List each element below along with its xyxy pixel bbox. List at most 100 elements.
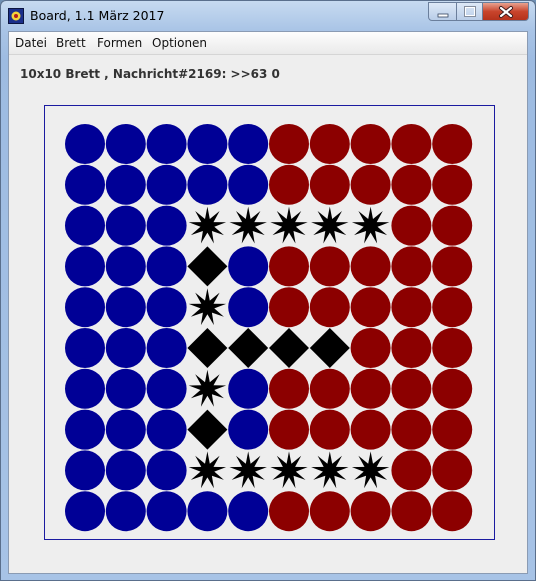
red-circle-piece[interactable] (350, 164, 391, 205)
black-star-piece[interactable] (311, 206, 349, 244)
red-circle-piece[interactable] (391, 328, 432, 368)
red-circle-piece[interactable] (269, 409, 309, 450)
red-circle-piece[interactable] (432, 368, 473, 409)
blue-circle-piece[interactable] (228, 409, 269, 450)
red-circle-piece[interactable] (350, 368, 391, 409)
blue-circle-piece[interactable] (228, 368, 269, 409)
menu-formen[interactable]: Formen (97, 36, 142, 50)
blue-circle-piece[interactable] (105, 246, 146, 287)
black-star-piece[interactable] (188, 206, 227, 244)
red-circle-piece[interactable] (269, 287, 309, 328)
black-diamond-piece[interactable] (187, 328, 228, 368)
blue-circle-piece[interactable] (105, 491, 146, 532)
blue-circle-piece[interactable] (105, 205, 146, 246)
red-circle-piece[interactable] (432, 205, 473, 246)
black-star-piece[interactable] (351, 451, 390, 489)
red-circle-piece[interactable] (432, 124, 473, 164)
red-circle-piece[interactable] (350, 246, 391, 287)
blue-circle-piece[interactable] (228, 491, 269, 532)
red-circle-piece[interactable] (432, 246, 473, 287)
red-circle-piece[interactable] (432, 287, 473, 328)
blue-circle-piece[interactable] (146, 328, 187, 368)
red-circle-piece[interactable] (309, 124, 350, 164)
blue-circle-piece[interactable] (146, 205, 187, 246)
red-circle-piece[interactable] (309, 287, 350, 328)
blue-circle-piece[interactable] (146, 164, 187, 205)
red-circle-piece[interactable] (391, 246, 432, 287)
red-circle-piece[interactable] (432, 328, 473, 368)
menu-brett[interactable]: Brett (56, 36, 86, 50)
red-circle-piece[interactable] (391, 491, 432, 532)
red-circle-piece[interactable] (309, 491, 350, 532)
black-star-piece[interactable] (311, 451, 349, 489)
game-board[interactable] (44, 105, 495, 540)
blue-circle-piece[interactable] (105, 368, 146, 409)
blue-circle-piece[interactable] (65, 450, 105, 491)
black-star-piece[interactable] (229, 451, 267, 489)
black-diamond-piece[interactable] (187, 409, 228, 450)
blue-circle-piece[interactable] (105, 164, 146, 205)
red-circle-piece[interactable] (350, 328, 391, 368)
minimize-button[interactable] (428, 2, 457, 21)
blue-circle-piece[interactable] (146, 287, 187, 328)
red-circle-piece[interactable] (309, 409, 350, 450)
blue-circle-piece[interactable] (105, 450, 146, 491)
blue-circle-piece[interactable] (105, 409, 146, 450)
blue-circle-piece[interactable] (105, 124, 146, 164)
blue-circle-piece[interactable] (105, 287, 146, 328)
blue-circle-piece[interactable] (65, 164, 105, 205)
blue-circle-piece[interactable] (65, 368, 105, 409)
menu-optionen[interactable]: Optionen (152, 36, 207, 50)
blue-circle-piece[interactable] (65, 246, 105, 287)
blue-circle-piece[interactable] (65, 124, 105, 164)
board-canvas[interactable] (45, 106, 494, 539)
black-star-piece[interactable] (270, 451, 308, 489)
blue-circle-piece[interactable] (146, 450, 187, 491)
black-diamond-piece[interactable] (309, 328, 350, 368)
menu-datei[interactable]: Datei (15, 36, 47, 50)
red-circle-piece[interactable] (350, 491, 391, 532)
red-circle-piece[interactable] (350, 409, 391, 450)
red-circle-piece[interactable] (391, 205, 432, 246)
blue-circle-piece[interactable] (146, 409, 187, 450)
red-circle-piece[interactable] (391, 450, 432, 491)
red-circle-piece[interactable] (391, 368, 432, 409)
red-circle-piece[interactable] (309, 164, 350, 205)
black-star-piece[interactable] (270, 206, 308, 244)
red-circle-piece[interactable] (432, 491, 473, 532)
black-star-piece[interactable] (188, 369, 227, 407)
red-circle-piece[interactable] (350, 287, 391, 328)
red-circle-piece[interactable] (269, 491, 309, 532)
red-circle-piece[interactable] (309, 246, 350, 287)
maximize-button[interactable] (456, 2, 483, 21)
blue-circle-piece[interactable] (146, 491, 187, 532)
blue-circle-piece[interactable] (65, 409, 105, 450)
black-star-piece[interactable] (188, 288, 227, 326)
blue-circle-piece[interactable] (146, 124, 187, 164)
red-circle-piece[interactable] (269, 124, 309, 164)
red-circle-piece[interactable] (391, 287, 432, 328)
red-circle-piece[interactable] (432, 164, 473, 205)
black-diamond-piece[interactable] (228, 328, 269, 368)
blue-circle-piece[interactable] (105, 328, 146, 368)
blue-circle-piece[interactable] (146, 368, 187, 409)
red-circle-piece[interactable] (391, 409, 432, 450)
red-circle-piece[interactable] (432, 409, 473, 450)
close-button[interactable] (482, 2, 529, 21)
blue-circle-piece[interactable] (65, 287, 105, 328)
black-star-piece[interactable] (229, 206, 267, 244)
blue-circle-piece[interactable] (228, 124, 269, 164)
red-circle-piece[interactable] (269, 164, 309, 205)
red-circle-piece[interactable] (432, 450, 473, 491)
red-circle-piece[interactable] (391, 164, 432, 205)
red-circle-piece[interactable] (309, 368, 350, 409)
black-diamond-piece[interactable] (187, 246, 228, 287)
black-star-piece[interactable] (188, 451, 227, 489)
blue-circle-piece[interactable] (228, 287, 269, 328)
red-circle-piece[interactable] (350, 124, 391, 164)
black-star-piece[interactable] (351, 206, 390, 244)
blue-circle-piece[interactable] (65, 491, 105, 532)
red-circle-piece[interactable] (269, 246, 309, 287)
blue-circle-piece[interactable] (187, 124, 228, 164)
blue-circle-piece[interactable] (187, 491, 228, 532)
